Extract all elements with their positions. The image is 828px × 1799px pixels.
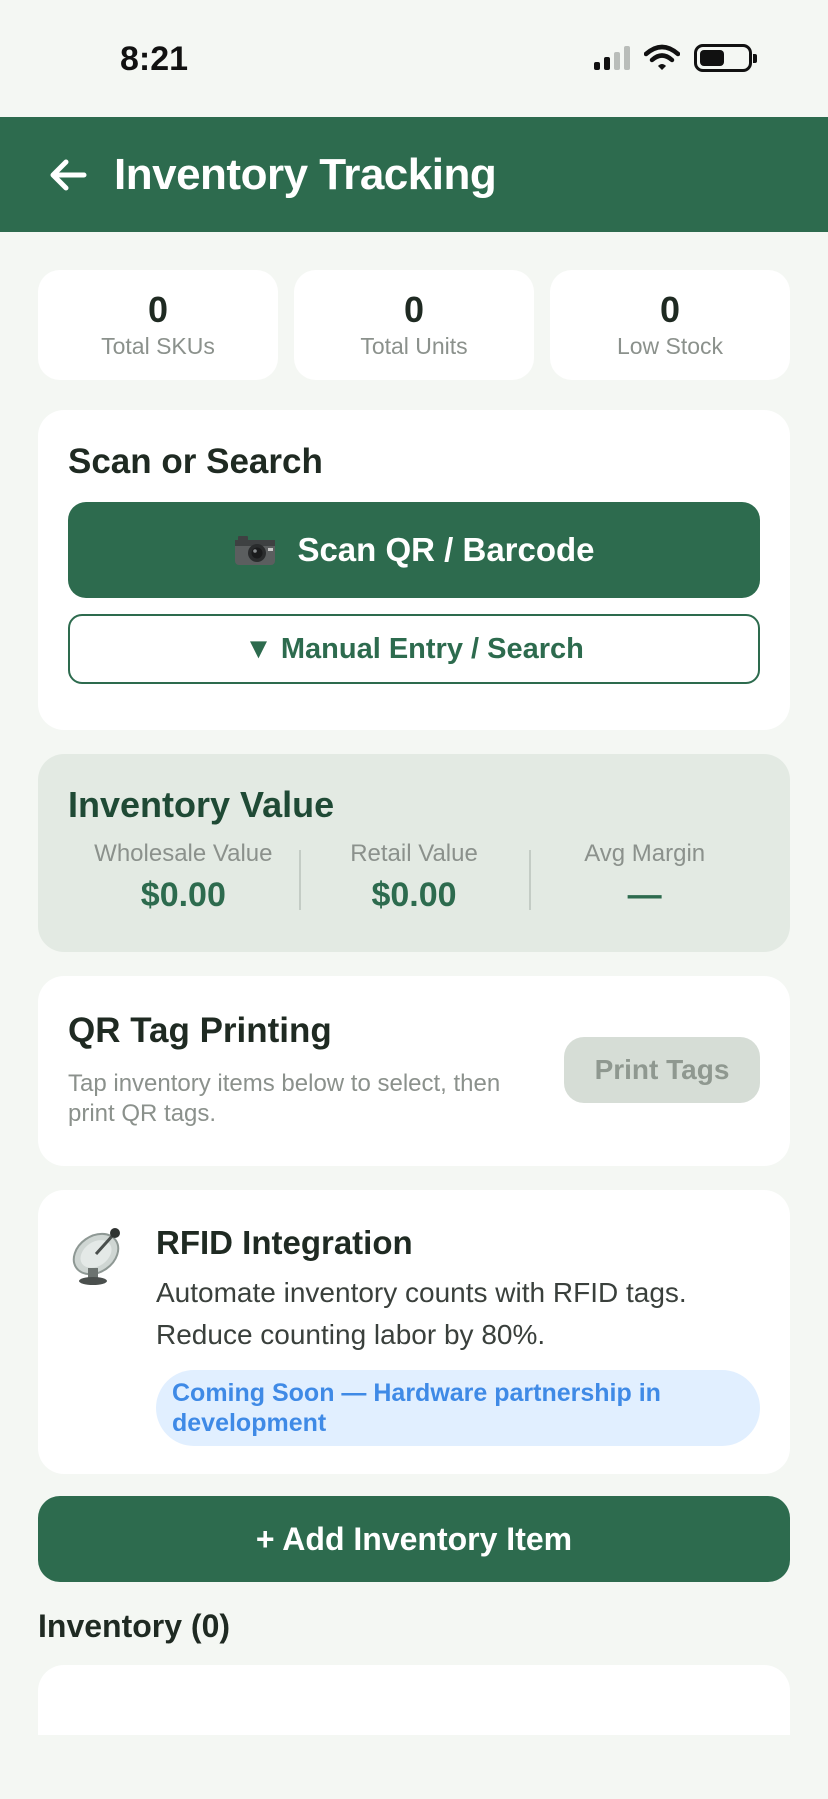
stat-label: Total SKUs bbox=[101, 333, 215, 360]
stat-total-units: 0 Total Units bbox=[294, 270, 534, 380]
qr-title: QR Tag Printing bbox=[68, 1011, 332, 1050]
inventory-value-row: Wholesale Value $0.00 Retail Value $0.00… bbox=[68, 840, 760, 915]
manual-entry-search-button[interactable]: ▼ Manual Entry / Search bbox=[68, 614, 760, 684]
back-arrow-icon[interactable] bbox=[48, 155, 88, 195]
retail-value: Retail Value $0.00 bbox=[298, 840, 530, 915]
stat-total-skus: 0 Total SKUs bbox=[38, 270, 278, 380]
rfid-integration-card: RFID Integration Automate inventory coun… bbox=[38, 1190, 790, 1474]
value-amount: $0.00 bbox=[371, 876, 457, 914]
rfid-body: RFID Integration Automate inventory coun… bbox=[156, 1224, 760, 1446]
add-inventory-item-button[interactable]: + Add Inventory Item bbox=[38, 1496, 790, 1582]
stat-label: Low Stock bbox=[616, 333, 724, 360]
qr-info: QR Tag Printing Tap inventory items belo… bbox=[68, 1011, 564, 1129]
rfid-title: RFID Integration bbox=[156, 1224, 413, 1261]
value-label: Avg Margin bbox=[584, 840, 706, 867]
value-amount: $0.00 bbox=[140, 876, 226, 914]
print-tags-button[interactable]: Print Tags bbox=[564, 1037, 760, 1103]
status-time: 8:21 bbox=[120, 40, 189, 78]
value-label: Retail Value bbox=[350, 840, 478, 867]
status-icons bbox=[594, 44, 757, 72]
battery-icon bbox=[694, 44, 757, 72]
camera-icon bbox=[233, 533, 277, 567]
rfid-description: Automate inventory counts with RFID tags… bbox=[156, 1277, 687, 1350]
page-title: Inventory Tracking bbox=[114, 149, 497, 199]
value-amount: — bbox=[627, 876, 662, 914]
stat-value: 0 bbox=[659, 288, 681, 330]
bottom-safe-area bbox=[0, 1735, 828, 1799]
scan-search-title: Scan or Search bbox=[68, 442, 323, 481]
main-content: 0 Total SKUs 0 Total Units 0 Low Stock S… bbox=[38, 232, 790, 1745]
scan-search-card: Scan or Search Scan QR / Barcode ▼ Manua… bbox=[38, 410, 790, 730]
avg-margin: Avg Margin — bbox=[529, 840, 760, 915]
stat-value: 0 bbox=[403, 288, 425, 330]
scan-button-label: Scan QR / Barcode bbox=[297, 531, 595, 568]
stats-row: 0 Total SKUs 0 Total Units 0 Low Stock bbox=[38, 270, 790, 380]
satellite-dish-icon bbox=[68, 1224, 132, 1288]
wholesale-value: Wholesale Value $0.00 bbox=[68, 840, 299, 915]
inventory-value-title: Inventory Value bbox=[68, 784, 335, 825]
coming-soon-badge: Coming Soon — Hardware partnership in de… bbox=[156, 1370, 760, 1446]
scan-qr-barcode-button[interactable]: Scan QR / Barcode bbox=[68, 502, 760, 598]
qr-tag-printing-card: QR Tag Printing Tap inventory items belo… bbox=[38, 976, 790, 1166]
value-label: Wholesale Value bbox=[94, 840, 273, 867]
inventory-list bbox=[38, 1665, 790, 1745]
inventory-value-card: Inventory Value Wholesale Value $0.00 Re… bbox=[38, 754, 790, 952]
stat-low-stock: 0 Low Stock bbox=[550, 270, 790, 380]
cellular-signal-icon bbox=[594, 46, 630, 70]
stat-label: Total Units bbox=[360, 333, 468, 360]
app-header: Inventory Tracking bbox=[0, 117, 828, 232]
qr-description: Tap inventory items below to select, the… bbox=[68, 1070, 501, 1127]
inventory-heading: Inventory (0) bbox=[38, 1608, 231, 1644]
status-bar: 8:21 bbox=[0, 0, 828, 117]
stat-value: 0 bbox=[147, 288, 169, 330]
wifi-icon bbox=[644, 44, 680, 70]
